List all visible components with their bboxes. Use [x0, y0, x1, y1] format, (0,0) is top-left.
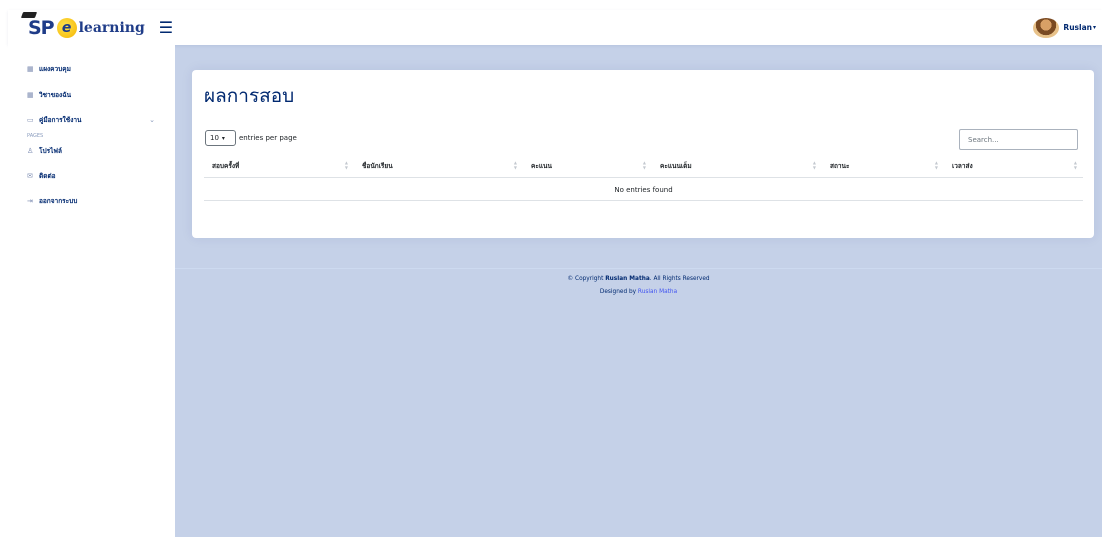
sidebar-item-logout[interactable]: ⇥ ออกจากระบบ: [27, 194, 175, 208]
column-header-full-score[interactable]: คะแนนเต็ม ▲ ▼: [652, 156, 822, 178]
sort-icon: ▲ ▼: [642, 160, 646, 170]
person-icon: ♙: [27, 147, 34, 155]
logo-text: learning: [78, 19, 145, 36]
sort-icon: ▲ ▼: [513, 160, 517, 170]
sidebar-item-my-courses[interactable]: ▦ วิชาของฉัน: [27, 88, 175, 102]
entries-per-page-value: 10: [210, 134, 219, 142]
sort-icon: ▲ ▼: [934, 160, 938, 170]
column-header-status[interactable]: สถานะ ▲ ▼: [822, 156, 944, 178]
entries-per-page-select[interactable]: 10 ▾: [205, 130, 236, 146]
sidebar-item-label: วิชาของฉัน: [39, 91, 72, 99]
column-header-label: ชื่อนักเรียน: [362, 162, 393, 171]
sidebar-item-label: โปรไฟล์: [39, 147, 62, 155]
sidebar: ▦ แผงควบคุม ▦ วิชาของฉัน ▭ คู่มือการใช้ง…: [8, 45, 175, 537]
sidebar-item-label: ติดต่อ: [39, 172, 56, 180]
column-header-label: คะแนนเต็ม: [660, 162, 692, 171]
copyright-brand: Ruslan Matha: [605, 276, 650, 282]
credits-prefix: Designed by: [599, 289, 638, 295]
sidebar-item-dashboard[interactable]: ▦ แผงควบคุม: [27, 62, 175, 76]
credits-line: Designed by Ruslan Matha: [175, 289, 1102, 295]
sort-icon: ▲ ▼: [1073, 160, 1077, 170]
menu-toggle-icon[interactable]: ☰: [159, 18, 173, 37]
column-header-attempt[interactable]: สอบครั้งที่ ▲ ▼: [204, 156, 354, 178]
sort-icon: ▲ ▼: [344, 160, 348, 170]
logo-sp-text: SP: [20, 11, 55, 39]
copyright-prefix: © Copyright: [567, 276, 606, 282]
grid-icon: ▦: [27, 91, 34, 99]
user-menu[interactable]: Ruslan ▾: [1033, 17, 1096, 38]
sidebar-item-profile[interactable]: ♙ โปรไฟล์: [27, 144, 175, 158]
sidebar-item-label: ออกจากระบบ: [39, 197, 78, 205]
column-header-score[interactable]: คะแนน ▲ ▼: [523, 156, 652, 178]
column-header-label: สอบครั้งที่: [212, 162, 240, 171]
entries-per-page-label: entries per page: [239, 134, 297, 142]
search-input[interactable]: [959, 129, 1078, 150]
top-header: SP e learning ☰ Ruslan ▾: [8, 10, 1102, 45]
footer-divider: [175, 268, 1102, 269]
copyright-suffix: . All Rights Reserved: [649, 276, 710, 282]
chevron-down-icon: ▾: [1092, 24, 1096, 31]
designer-link[interactable]: Ruslan Matha: [638, 289, 677, 295]
sidebar-item-label: แผงควบคุม: [39, 65, 71, 73]
table-header-row: สอบครั้งที่ ▲ ▼ ชื่อนักเรียน ▲ ▼ คะแนน ▲ ▼ คะแ…: [204, 156, 1083, 178]
sidebar-heading-pages: PAGES: [27, 133, 44, 139]
column-header-label: คะแนน: [531, 162, 552, 171]
logo-sp-label: SP: [28, 16, 55, 39]
logout-icon: ⇥: [27, 197, 33, 205]
logo-e-badge: e: [56, 17, 77, 38]
chevron-down-icon: ▾: [221, 134, 225, 142]
sidebar-item-contact[interactable]: ✉ ติดต่อ: [27, 169, 175, 183]
column-header-submitted-time[interactable]: เวลาส่ง ▲ ▼: [944, 156, 1083, 178]
copyright-line: © Copyright Ruslan Matha. All Rights Res…: [175, 276, 1102, 282]
avatar: [1033, 17, 1060, 38]
grid-icon: ▦: [27, 65, 34, 73]
chevron-down-icon: ⌄: [149, 116, 155, 124]
book-icon: ▭: [27, 116, 34, 124]
page-title: ผลการสอบ: [204, 85, 295, 107]
sidebar-item-manual[interactable]: ▭ คู่มือการใช้งาน ⌄: [27, 113, 175, 127]
footer: © Copyright Ruslan Matha. All Rights Res…: [175, 276, 1102, 295]
envelope-icon: ✉: [27, 172, 33, 180]
logo[interactable]: SP e learning: [20, 11, 145, 39]
table-row: No entries found: [204, 177, 1083, 201]
empty-table-message: No entries found: [204, 177, 1083, 201]
results-card: ผลการสอบ 10 ▾ entries per page สอบครั้งท…: [192, 70, 1094, 238]
column-header-label: สถานะ: [830, 162, 850, 171]
results-table: สอบครั้งที่ ▲ ▼ ชื่อนักเรียน ▲ ▼ คะแนน ▲ ▼ คะแ…: [204, 156, 1083, 201]
column-header-student-name[interactable]: ชื่อนักเรียน ▲ ▼: [354, 156, 523, 178]
sidebar-item-label: คู่มือการใช้งาน: [39, 116, 82, 124]
sort-icon: ▲ ▼: [812, 160, 816, 170]
entries-per-page-control: 10 ▾ entries per page: [205, 130, 297, 146]
user-name: Ruslan: [1063, 23, 1092, 32]
graduation-cap-icon: [20, 11, 38, 18]
column-header-label: เวลาส่ง: [952, 162, 973, 171]
